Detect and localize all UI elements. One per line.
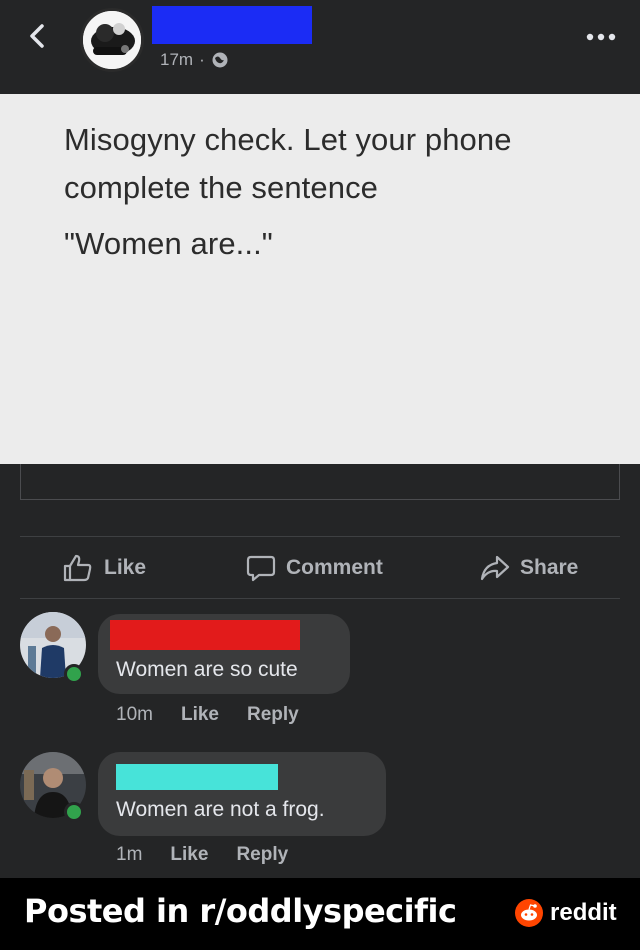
comment-1-time: 10m xyxy=(116,704,153,725)
more-options-button[interactable] xyxy=(584,30,618,44)
comment-2-reply-link[interactable]: Reply xyxy=(236,844,288,866)
poster-avatar[interactable] xyxy=(80,8,144,72)
divider-bottom xyxy=(20,598,620,599)
online-status-dot xyxy=(64,802,84,822)
comment-label: Comment xyxy=(286,556,383,579)
share-label: Share xyxy=(520,556,579,579)
comment-1-text: Women are so cute xyxy=(116,658,298,681)
reddit-brand-label: reddit xyxy=(550,899,617,926)
more-dots-icon xyxy=(586,33,616,41)
like-button[interactable]: Like xyxy=(62,552,146,584)
comment-button[interactable]: Comment xyxy=(246,552,383,584)
post-time: 17m xyxy=(160,50,194,69)
post-text-line-2: complete the sentence xyxy=(64,170,379,205)
reddit-snoo-icon xyxy=(515,899,543,927)
comment-1-like-link[interactable]: Like xyxy=(181,704,219,726)
meta-separator: · xyxy=(199,50,205,69)
speech-bubble-icon xyxy=(246,555,276,582)
divider-top xyxy=(20,536,620,537)
share-arrow-icon xyxy=(480,555,510,581)
posted-in-text: Posted in r/oddlyspecific xyxy=(24,892,457,930)
comment-1-meta: 10m Like Reply xyxy=(116,704,299,726)
avatar-image xyxy=(83,11,141,69)
comment-2-meta: 1m Like Reply xyxy=(116,844,288,866)
back-button[interactable] xyxy=(22,20,54,52)
post-content: Misogyny check. Let your phone complete … xyxy=(0,94,640,464)
post-card-frame xyxy=(20,464,620,500)
post-text-line-1: Misogyny check. Let your phone xyxy=(64,122,512,157)
redacted-username xyxy=(152,6,312,44)
comment-2-text: Women are not a frog. xyxy=(116,798,325,821)
comment-1-reply-link[interactable]: Reply xyxy=(247,704,299,726)
post-quote: "Women are..." xyxy=(64,226,273,261)
comment-2-like-link[interactable]: Like xyxy=(170,844,208,866)
redacted-commenter-2-name xyxy=(116,764,278,790)
globe-icon xyxy=(212,52,228,68)
reddit-footer: Posted in r/oddlyspecific reddit xyxy=(0,878,640,950)
post-header: 17m · xyxy=(0,0,640,94)
reddit-brand: reddit xyxy=(514,898,617,928)
share-button[interactable]: Share xyxy=(480,552,578,584)
chevron-left-icon xyxy=(30,24,44,48)
comment-2-time: 1m xyxy=(116,844,143,865)
thumbs-up-icon xyxy=(63,554,92,582)
like-label: Like xyxy=(104,556,147,579)
post-meta: 17m · xyxy=(160,50,229,70)
redacted-commenter-1-name xyxy=(110,620,300,650)
online-status-dot xyxy=(64,664,84,684)
